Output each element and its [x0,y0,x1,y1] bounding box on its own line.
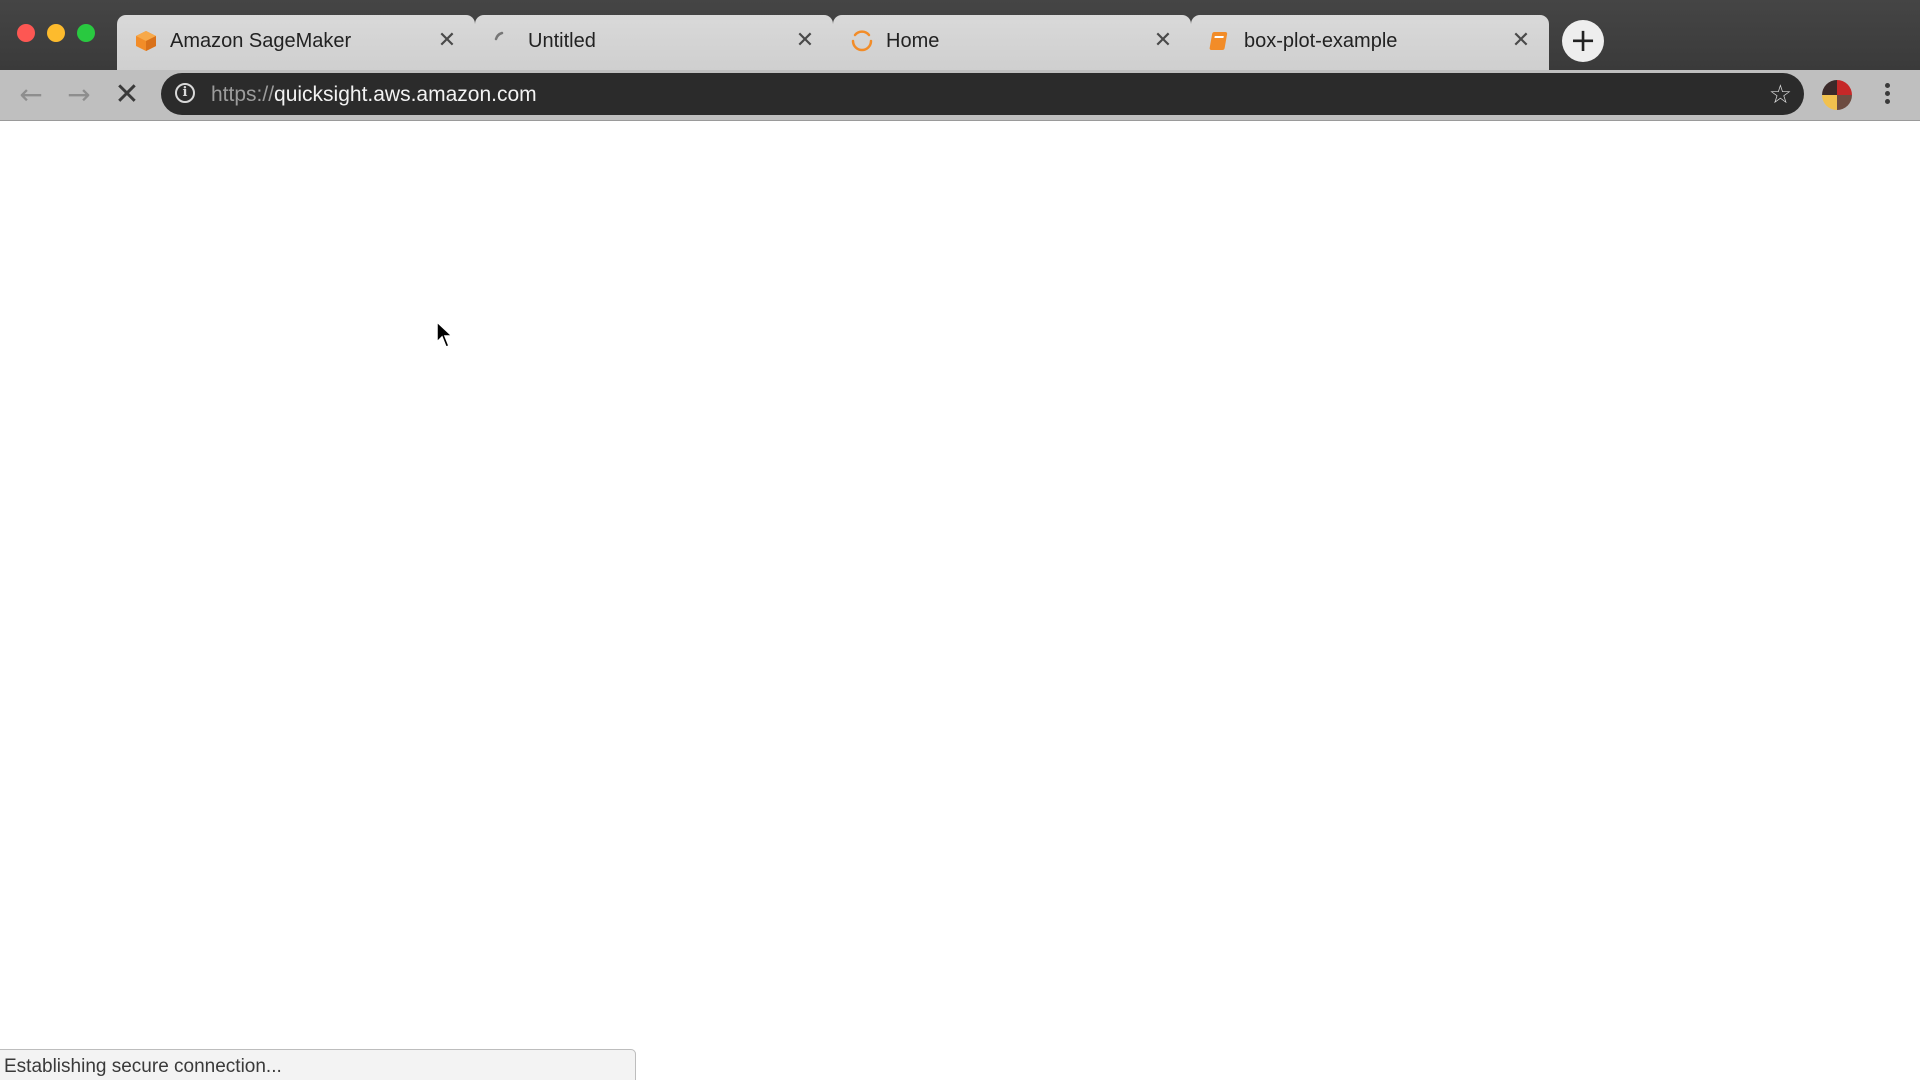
tab-title: box-plot-example [1244,30,1398,52]
url-host: quicksight.aws.amazon.com [274,83,537,106]
tab-title: Amazon SageMaker [170,30,352,52]
tab-close-icon[interactable]: ✕ [1509,29,1533,53]
tab-home[interactable]: Home ✕ [833,15,1191,70]
browser-window: Amazon SageMaker ✕ Untitled ✕ Home ✕ box… [0,0,1920,1080]
window-minimize-button[interactable] [47,24,65,42]
tab-close-icon[interactable]: ✕ [793,29,817,53]
sagemaker-cube-icon [136,31,156,51]
back-arrow-icon[interactable]: ← [16,80,46,110]
profile-avatar[interactable] [1822,80,1852,110]
tab-close-icon[interactable]: ✕ [1151,29,1175,53]
tab-untitled[interactable]: Untitled ✕ [475,15,833,70]
bookmark-star-icon[interactable]: ☆ [1769,80,1792,110]
stop-loading-icon[interactable]: ✕ [112,80,142,110]
window-close-button[interactable] [17,24,35,42]
tab-strip: Amazon SageMaker ✕ Untitled ✕ Home ✕ box… [0,0,1920,70]
forward-arrow-icon[interactable]: → [64,80,94,110]
page-content [0,121,1920,1080]
loading-spinner-icon [851,30,873,52]
url-text[interactable]: https://quicksight.aws.amazon.com [211,83,537,107]
tab-amazon-sagemaker[interactable]: Amazon SageMaker ✕ [117,15,475,70]
mouse-cursor-icon [436,321,454,348]
loading-spinner-icon [494,31,504,41]
status-bubble: Establishing secure connection... [0,1049,636,1080]
url-scheme: https:// [211,83,275,106]
tab-title: Untitled [528,30,596,52]
address-bar[interactable]: i https://quicksight.aws.amazon.com ☆ [161,73,1804,115]
browser-menu-icon[interactable] [1880,80,1894,110]
new-tab-button[interactable]: + [1562,20,1604,62]
tab-box-plot-example[interactable]: box-plot-example ✕ [1191,15,1549,70]
site-info-icon[interactable]: i [175,83,195,103]
jupyter-notebook-icon [1209,32,1228,50]
window-maximize-button[interactable] [77,24,95,42]
browser-toolbar: ← → ✕ i https://quicksight.aws.amazon.co… [0,70,1920,121]
tab-title: Home [886,30,940,52]
tab-close-icon[interactable]: ✕ [435,29,459,53]
